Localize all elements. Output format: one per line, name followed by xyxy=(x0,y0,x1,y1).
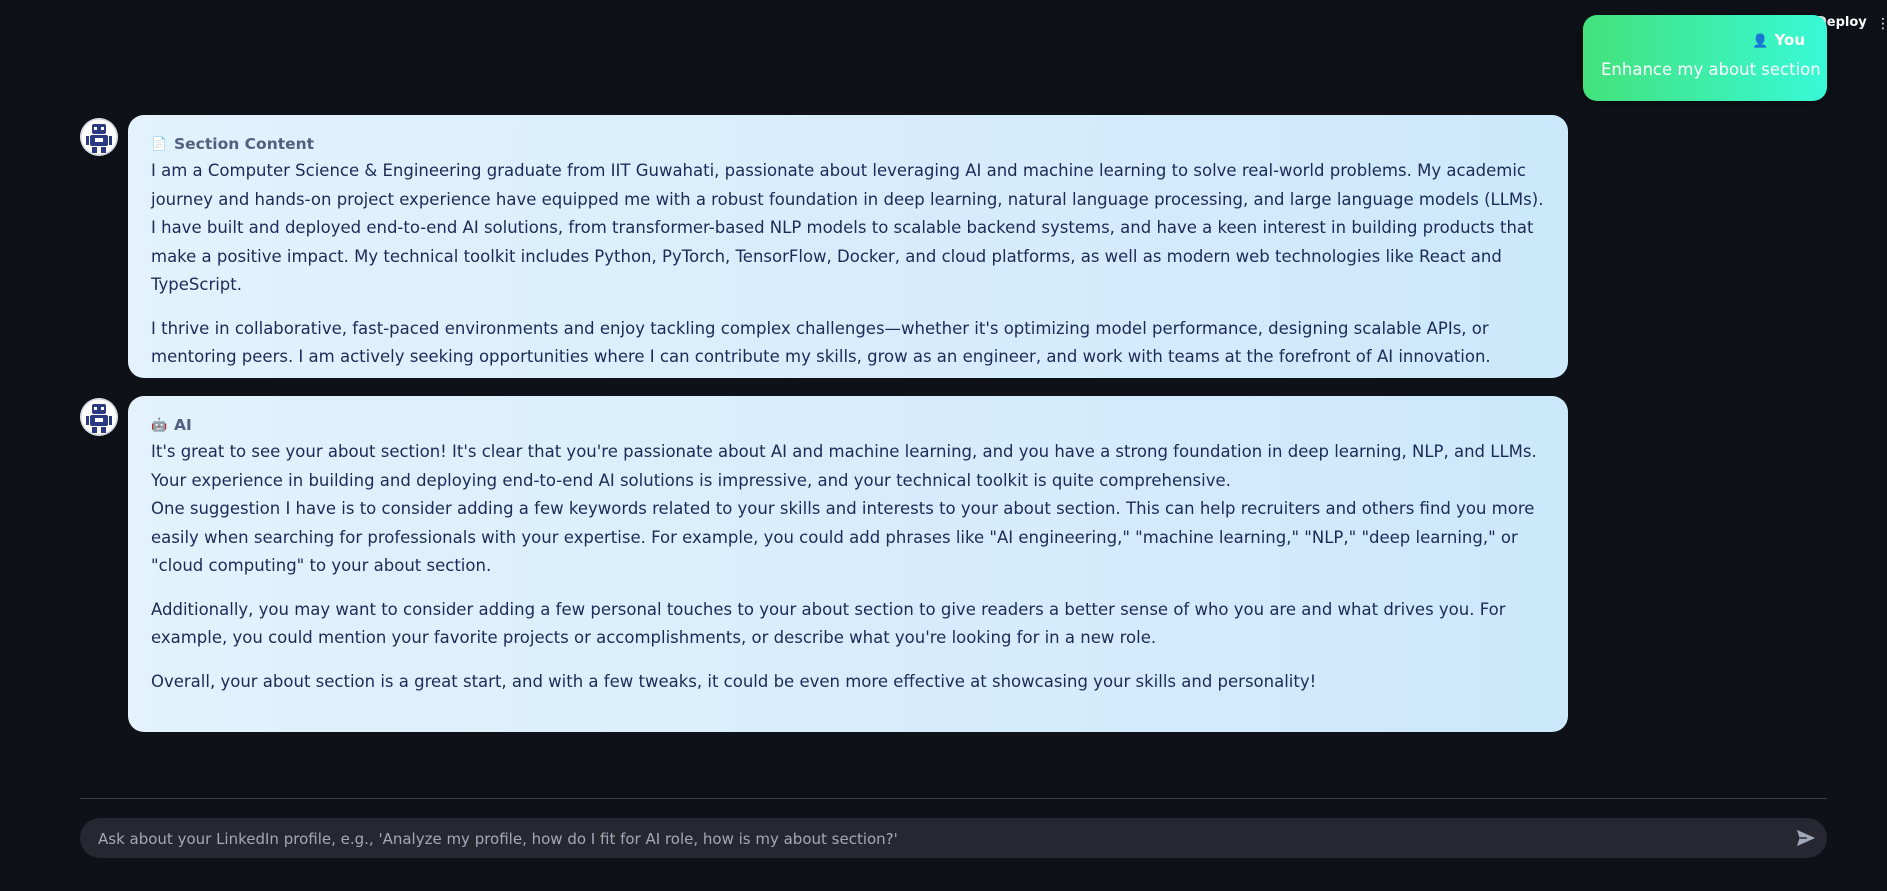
send-icon[interactable] xyxy=(1795,828,1817,848)
chat-input[interactable] xyxy=(96,818,1760,860)
chat-input-container xyxy=(80,818,1827,860)
person-icon: 👤 xyxy=(1752,34,1769,49)
message-title: AI xyxy=(174,416,192,434)
message-header: 📄 Section Content xyxy=(151,131,1544,157)
message-paragraph: I am a Computer Science & Engineering gr… xyxy=(151,161,1544,209)
message-paragraph: One suggestion I have is to consider add… xyxy=(151,499,1535,575)
assistant-avatar xyxy=(80,398,118,436)
message-paragraph: Additionally, you may want to consider a… xyxy=(151,599,1506,648)
more-vertical-icon[interactable]: ⋮ xyxy=(1876,15,1887,33)
divider xyxy=(80,798,1827,799)
assistant-message-section-content: 📄 Section Content I am a Computer Science… xyxy=(128,115,1568,378)
document-icon: 📄 xyxy=(151,137,168,152)
user-message: 👤 You Enhance my about section xyxy=(1583,15,1827,101)
message-paragraph: I have built and deployed end-to-end AI … xyxy=(151,218,1534,294)
robot-icon xyxy=(80,398,118,436)
message-paragraph: I thrive in collaborative, fast-paced en… xyxy=(151,318,1491,367)
assistant-message-ai: 🤖 AI It's great to see your about section… xyxy=(128,396,1568,732)
message-title: Section Content xyxy=(174,135,315,153)
assistant-avatar xyxy=(80,118,118,156)
message-paragraph: It's great to see your about section! It… xyxy=(151,442,1537,490)
robot-icon xyxy=(80,118,118,156)
user-message-header: 👤 You xyxy=(1601,29,1805,51)
user-author-label: You xyxy=(1774,31,1805,49)
user-message-text: Enhance my about section xyxy=(1601,60,1821,79)
message-header: 🤖 AI xyxy=(151,412,1544,438)
message-paragraph: Overall, your about section is a great s… xyxy=(151,671,1317,691)
robot-icon: 🤖 xyxy=(151,418,168,433)
